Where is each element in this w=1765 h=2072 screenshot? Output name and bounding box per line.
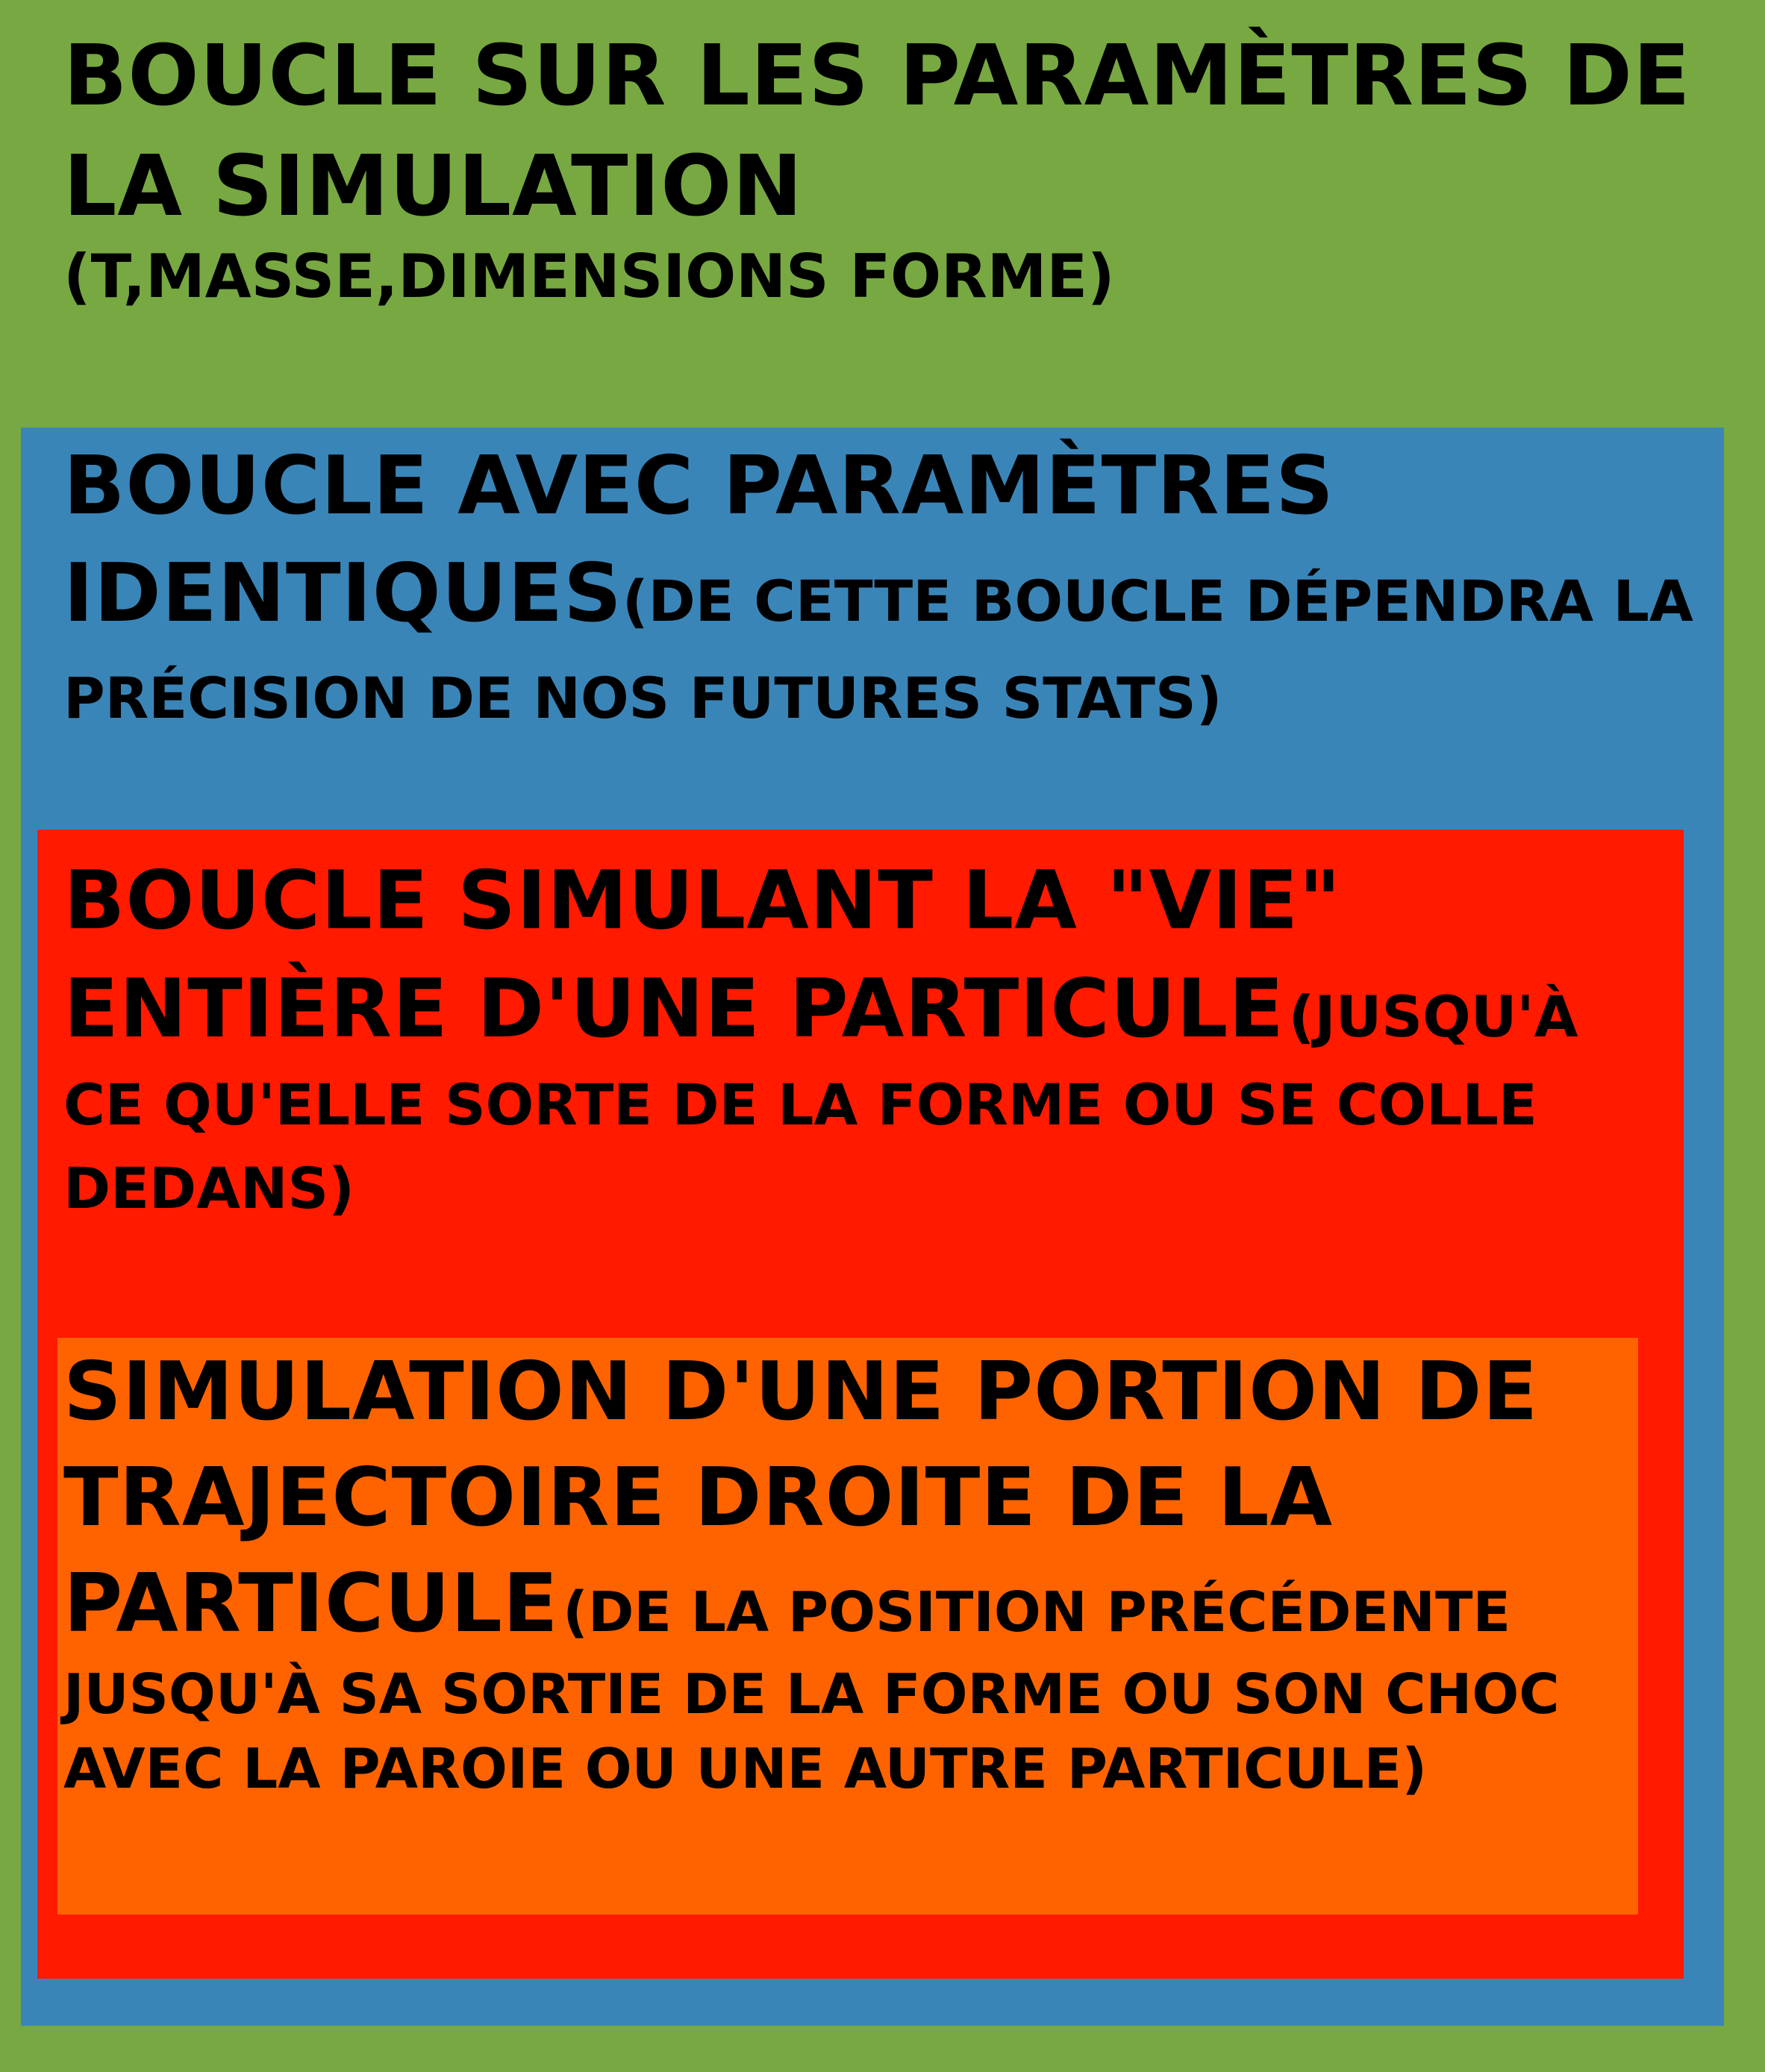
outer-loop-title: Boucle sur les paramètres de la simulati…	[63, 28, 1691, 235]
outer-loop-label: Boucle sur les paramètres de la simulati…	[63, 21, 1735, 311]
particle-life-label: Boucle simulant la "vie" entière d'une p…	[63, 854, 1578, 1221]
outer-loop-detail: T,masse,dimensions forme	[90, 242, 1088, 311]
identical-params-label: Boucle avec paramètres identiques(De cet…	[63, 439, 1693, 731]
particle-life-title: Boucle simulant la "vie" entière d'une p…	[63, 854, 1342, 1056]
trajectory-segment-label: Simulation d'une portion de trajectoire …	[63, 1345, 1560, 1801]
